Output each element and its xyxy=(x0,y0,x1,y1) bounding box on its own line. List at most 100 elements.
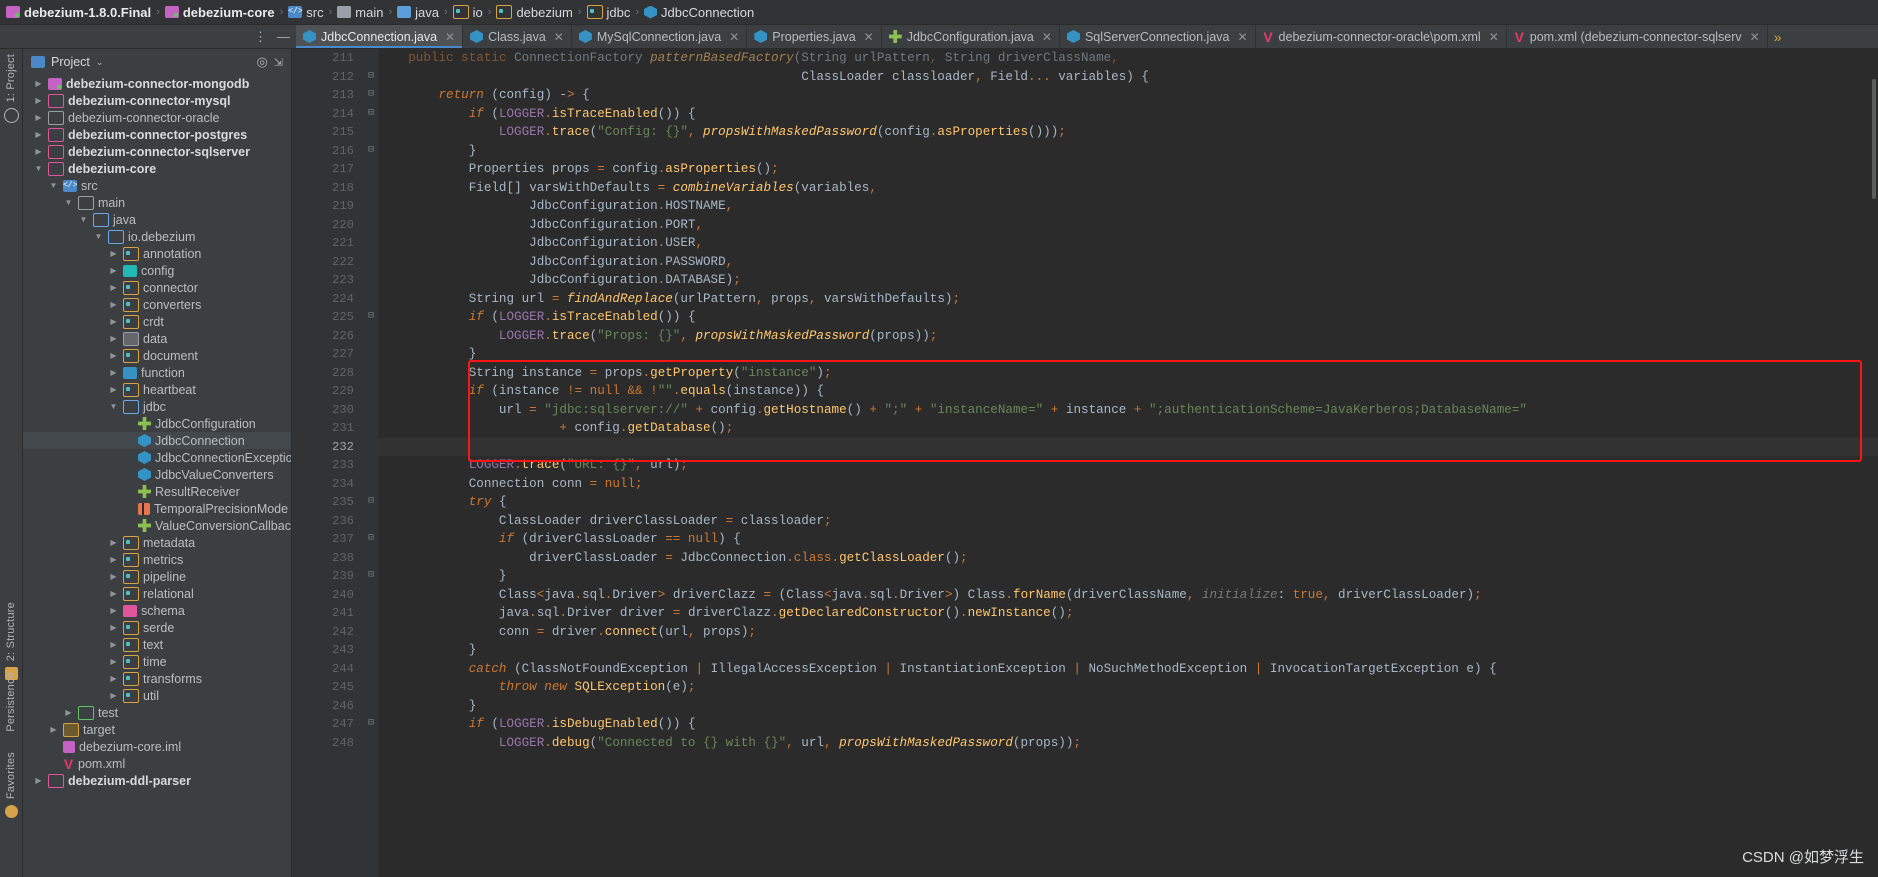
gutter-line-number[interactable]: 237 xyxy=(292,530,364,549)
tree-expand-arrow[interactable]: ▶ xyxy=(108,657,119,666)
tree-expand-arrow[interactable]: ▶ xyxy=(108,691,119,700)
breadcrumb-item-jdbc[interactable]: jdbc xyxy=(587,5,631,20)
fold-marker-icon[interactable]: ⊟ xyxy=(364,308,378,327)
tree-node-valueconversioncallback[interactable]: ▶ValueConversionCallback xyxy=(23,517,291,534)
tab-oracle-pom-xml[interactable]: V debezium-connector-oracle\pom.xml ✕ xyxy=(1256,25,1507,48)
code-line[interactable]: JdbcConfiguration.PASSWORD, xyxy=(378,253,1878,272)
code-line[interactable]: try { xyxy=(378,493,1878,512)
fold-marker-icon[interactable]: ⊟ xyxy=(364,86,378,105)
gutter-line-number[interactable]: 228 xyxy=(292,364,364,383)
fold-marker-icon[interactable]: ⊟ xyxy=(364,105,378,124)
tree-node-crdt[interactable]: ▶crdt xyxy=(23,313,291,330)
tree-node-util[interactable]: ▶util xyxy=(23,687,291,704)
code-line[interactable]: return (config) -> { xyxy=(378,86,1878,105)
gutter-line-number[interactable]: 211 xyxy=(292,49,364,68)
gutter-line-number[interactable]: 244 xyxy=(292,660,364,679)
tree-node-test[interactable]: ▶test xyxy=(23,704,291,721)
tree-node-debezium-ddl-parser[interactable]: ▶debezium-ddl-parser xyxy=(23,772,291,789)
gutter-line-number[interactable]: 216 xyxy=(292,142,364,161)
gutter-line-number[interactable]: 234 xyxy=(292,475,364,494)
tab-sqlserverconnection-java[interactable]: SqlServerConnection.java ✕ xyxy=(1060,25,1256,48)
tree-node-metadata[interactable]: ▶metadata xyxy=(23,534,291,551)
gutter-line-number[interactable]: 224 xyxy=(292,290,364,309)
code-line[interactable]: LOGGER.trace("Props: {}", propsWithMaske… xyxy=(378,327,1878,346)
tab-jdbcconnection-java[interactable]: JdbcConnection.java ✕ xyxy=(296,25,463,48)
gutter-line-number[interactable]: 217 xyxy=(292,160,364,179)
code-line[interactable]: LOGGER.trace("Config: {}", propsWithMask… xyxy=(378,123,1878,142)
tool-window-options-icon[interactable]: ⋮ xyxy=(254,32,267,42)
tree-node-jdbcconnection[interactable]: ▶JdbcConnection xyxy=(23,432,291,449)
gutter-line-number[interactable]: 239 xyxy=(292,567,364,586)
tree-expand-arrow[interactable]: ▼ xyxy=(33,164,44,173)
gutter-line-number[interactable]: 230 xyxy=(292,401,364,420)
tree-node-io-debezium[interactable]: ▼io.debezium xyxy=(23,228,291,245)
gutter-line-number[interactable]: 235 xyxy=(292,493,364,512)
gutter-line-number[interactable]: 218 xyxy=(292,179,364,198)
fold-marker-icon[interactable]: ⊟ xyxy=(364,68,378,87)
tree-expand-arrow[interactable]: ▶ xyxy=(33,130,44,139)
code-line[interactable]: ClassLoader classloader, Field... variab… xyxy=(378,68,1878,87)
breadcrumb-item-src[interactable]: </> src xyxy=(288,5,323,20)
code-line[interactable]: JdbcConfiguration.DATABASE); xyxy=(378,271,1878,290)
gutter-line-number[interactable]: 220 xyxy=(292,216,364,235)
tab-class-java[interactable]: Class.java ✕ xyxy=(463,25,572,48)
tree-expand-arrow[interactable]: ▼ xyxy=(93,232,104,241)
tree-expand-arrow[interactable]: ▶ xyxy=(108,334,119,343)
tree-expand-arrow[interactable]: ▶ xyxy=(108,300,119,309)
code-line[interactable]: driverClassLoader = JdbcConnection.class… xyxy=(378,549,1878,568)
editor-scrollbar-thumb[interactable] xyxy=(1872,79,1876,199)
tree-expand-arrow[interactable]: ▶ xyxy=(108,674,119,683)
gutter-line-number[interactable]: 227 xyxy=(292,345,364,364)
tree-expand-arrow[interactable]: ▶ xyxy=(108,555,119,564)
code-line[interactable]: LOGGER.trace("URL: {}", url); xyxy=(378,456,1878,475)
collapse-all-icon[interactable]: ⇲ xyxy=(274,56,283,69)
tree-node-converters[interactable]: ▶converters xyxy=(23,296,291,313)
tree-node-metrics[interactable]: ▶metrics xyxy=(23,551,291,568)
gutter-line-number[interactable]: 248 xyxy=(292,734,364,753)
tree-node-resultreceiver[interactable]: ▶ResultReceiver xyxy=(23,483,291,500)
close-icon[interactable]: ✕ xyxy=(1042,30,1052,44)
breadcrumb-item-class[interactable]: JdbcConnection xyxy=(644,5,754,20)
close-icon[interactable]: ✕ xyxy=(554,30,564,44)
tree-expand-arrow[interactable]: ▼ xyxy=(78,215,89,224)
tree-expand-arrow[interactable]: ▶ xyxy=(108,572,119,581)
code-line[interactable]: } xyxy=(378,142,1878,161)
tree-node-java[interactable]: ▼java xyxy=(23,211,291,228)
tree-node-config[interactable]: ▶config xyxy=(23,262,291,279)
breadcrumb-item-main[interactable]: main xyxy=(337,5,383,20)
target-icon[interactable]: ◎ xyxy=(256,54,267,70)
gutter-line-number[interactable]: 213 xyxy=(292,86,364,105)
fold-marker-icon[interactable]: ⊟ xyxy=(364,530,378,549)
tree-node-debezium-connector-sqlserver[interactable]: ▶debezium-connector-sqlserver xyxy=(23,143,291,160)
tree-node-target[interactable]: ▶target xyxy=(23,721,291,738)
fold-marker-icon[interactable]: ⊟ xyxy=(364,142,378,161)
tree-expand-arrow[interactable]: ▶ xyxy=(108,640,119,649)
fold-marker-icon[interactable]: ⊟ xyxy=(364,567,378,586)
gutter-line-number[interactable]: 238 xyxy=(292,549,364,568)
tab-mysqlconnection-java[interactable]: MySqlConnection.java ✕ xyxy=(572,25,747,48)
gutter-line-number[interactable]: 242 xyxy=(292,623,364,642)
code-line[interactable]: Connection conn = null; xyxy=(378,475,1878,494)
close-icon[interactable]: ✕ xyxy=(1237,30,1247,44)
gutter-line-number[interactable]: 247 xyxy=(292,715,364,734)
gutter-line-number[interactable]: 231 xyxy=(292,419,364,438)
code-line[interactable]: + config.getDatabase(); xyxy=(378,419,1878,438)
gutter-line-number[interactable]: 212 xyxy=(292,68,364,87)
tool-button-persistence[interactable]: Persistence xyxy=(0,669,22,735)
code-line[interactable]: String instance = props.getProperty("ins… xyxy=(378,364,1878,383)
tree-node-debezium-core-iml[interactable]: ▶debezium-core.iml xyxy=(23,738,291,755)
tree-node-data[interactable]: ▶data xyxy=(23,330,291,347)
breadcrumb-item-java[interactable]: java xyxy=(397,5,439,20)
tree-expand-arrow[interactable]: ▶ xyxy=(63,708,74,717)
tree-expand-arrow[interactable]: ▶ xyxy=(108,385,119,394)
tree-node-document[interactable]: ▶document xyxy=(23,347,291,364)
breadcrumb-item-io[interactable]: io xyxy=(453,5,483,20)
tree-node-time[interactable]: ▶time xyxy=(23,653,291,670)
tree-expand-arrow[interactable]: ▶ xyxy=(108,283,119,292)
code-line[interactable]: } xyxy=(378,641,1878,660)
code-line[interactable]: } xyxy=(378,697,1878,716)
gutter-line-number[interactable]: 246 xyxy=(292,697,364,716)
tree-node-text[interactable]: ▶text xyxy=(23,636,291,653)
close-icon[interactable]: ✕ xyxy=(1489,30,1499,44)
code-line[interactable]: ClassLoader driverClassLoader = classloa… xyxy=(378,512,1878,531)
